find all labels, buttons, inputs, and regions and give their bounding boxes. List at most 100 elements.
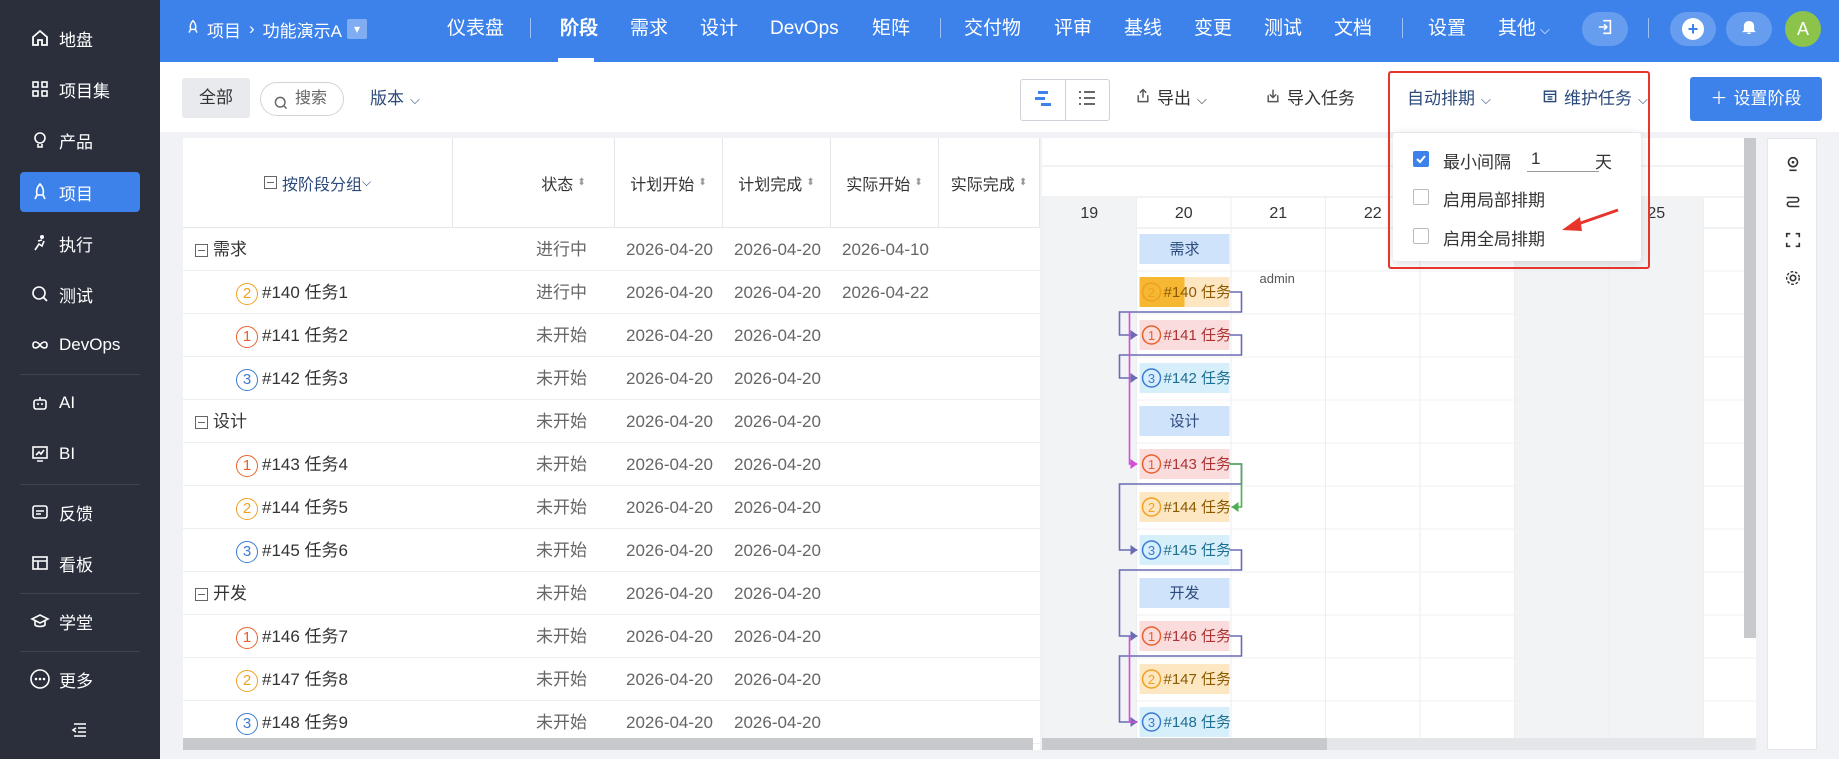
task-row[interactable]: 3 #145 任务6 未开始 2026-04-20 2026-04-20	[183, 529, 1040, 572]
tab-test[interactable]: 测试	[1264, 0, 1302, 58]
phase-row[interactable]: 开发 未开始 2026-04-20 2026-04-20	[183, 572, 1040, 615]
sidebar-item-home[interactable]: 地盘	[20, 18, 140, 58]
gantt-task-bar[interactable]: 3 #145 任务	[1139, 535, 1232, 565]
sidebar-item-test[interactable]: 测试	[20, 274, 140, 314]
collapse-all-icon[interactable]	[263, 176, 277, 189]
tab-settings[interactable]: 设置	[1428, 0, 1466, 58]
header-plan-start[interactable]: 计划开始 ⬍	[615, 138, 723, 228]
phase-name[interactable]: 设计	[195, 400, 247, 443]
task-name[interactable]: 3 #142 任务3	[236, 357, 348, 400]
exit-button[interactable]	[1582, 12, 1628, 46]
fullscreen-icon[interactable]	[1782, 229, 1804, 251]
tab-baseline[interactable]: 基线	[1124, 0, 1162, 58]
plan-end-cell: 2026-04-20	[734, 541, 821, 560]
collapse-icon[interactable]	[70, 720, 90, 740]
collapse-icon[interactable]	[195, 244, 208, 258]
gantt-task-bar[interactable]: 2 #144 任务	[1139, 492, 1232, 522]
locate-icon[interactable]	[1782, 153, 1804, 175]
add-button[interactable]: +	[1670, 12, 1716, 46]
gantt-task-bar[interactable]: 1 #141 任务	[1139, 320, 1232, 350]
task-row[interactable]: 2 #147 任务8 未开始 2026-04-20 2026-04-20	[183, 658, 1040, 701]
gantt-horizontal-scrollbar[interactable]	[1042, 738, 1327, 750]
task-name[interactable]: 3 #145 任务6	[236, 529, 348, 572]
task-row[interactable]: 1 #146 任务7 未开始 2026-04-20 2026-04-20	[183, 615, 1040, 658]
search-placeholder: 搜索	[295, 90, 328, 107]
gantt-task-bar[interactable]: 2 #140 任务	[1139, 277, 1232, 307]
tab-review[interactable]: 评审	[1054, 0, 1092, 58]
collapse-icon[interactable]	[195, 416, 208, 430]
sidebar-item-ai[interactable]: AI	[20, 383, 140, 423]
tab-change[interactable]: 变更	[1194, 0, 1232, 58]
notification-button[interactable]	[1726, 12, 1772, 46]
phase-name[interactable]: 需求	[195, 228, 247, 271]
task-name[interactable]: 1 #143 任务4	[236, 443, 348, 486]
gantt-phase-bar[interactable]: 需求	[1139, 234, 1230, 264]
list-view-button[interactable]	[1064, 80, 1110, 120]
gantt-task-bar[interactable]: 2 #147 任务	[1139, 664, 1232, 694]
sidebar-item-product[interactable]: 产品	[20, 120, 140, 160]
avatar[interactable]: A	[1785, 11, 1821, 47]
bell-icon	[1740, 18, 1758, 41]
task-name[interactable]: 2 #144 任务5	[236, 486, 348, 529]
link-toggle-icon[interactable]	[1782, 191, 1804, 213]
breadcrumb-root[interactable]: 项目	[207, 17, 241, 42]
search-input[interactable]: 搜索	[260, 82, 344, 116]
export-button[interactable]: 导出 ⌵	[1135, 82, 1207, 116]
sidebar-item-devops[interactable]: DevOps	[20, 325, 140, 365]
task-name[interactable]: 2 #147 任务8	[236, 658, 348, 701]
sidebar-item-project[interactable]: 项目	[20, 172, 140, 212]
set-phase-button[interactable]: ＋设置阶段	[1690, 77, 1822, 121]
tab-phase[interactable]: 阶段	[560, 0, 598, 58]
tab-matrix[interactable]: 矩阵	[872, 0, 910, 58]
task-row[interactable]: 2 #144 任务5 未开始 2026-04-20 2026-04-20	[183, 486, 1040, 529]
gantt-task-bar[interactable]: 1 #146 任务	[1139, 621, 1232, 651]
phase-row[interactable]: 需求 进行中 2026-04-20 2026-04-20 2026-04-10	[183, 228, 1040, 271]
arrow-head	[1231, 502, 1239, 512]
filter-all-button[interactable]: 全部	[182, 78, 250, 118]
gantt-view-button[interactable]	[1021, 80, 1065, 120]
gantt-vertical-scrollbar[interactable]	[1744, 138, 1756, 638]
header-group[interactable]: 按阶段分组 ⌵	[183, 138, 453, 228]
tab-design[interactable]: 设计	[700, 0, 738, 58]
header-status[interactable]: 状态 ⬍	[453, 138, 615, 228]
gantt-task-bar[interactable]: 3 #142 任务	[1139, 363, 1232, 393]
collapse-icon[interactable]	[195, 588, 208, 602]
day-label: 21	[1269, 205, 1287, 222]
header-actual-start[interactable]: 实际开始 ⬍	[831, 138, 939, 228]
sidebar-item-bi[interactable]: BI	[20, 434, 140, 474]
breadcrumb-project[interactable]: 功能演示A	[263, 17, 342, 42]
version-dropdown[interactable]: 版本 ⌵	[370, 82, 420, 116]
gantt-task-bar[interactable]: 3 #148 任务	[1139, 707, 1232, 737]
task-row[interactable]: 1 #143 任务4 未开始 2026-04-20 2026-04-20	[183, 443, 1040, 486]
gantt-task-bar[interactable]: 1 #143 任务	[1139, 449, 1232, 479]
header-plan-end[interactable]: 计划完成 ⬍	[723, 138, 831, 228]
task-row[interactable]: 2 #140 任务1 进行中 2026-04-20 2026-04-20 2026-04-…	[183, 271, 1040, 314]
phase-name[interactable]: 开发	[195, 572, 247, 615]
phase-row[interactable]: 设计 未开始 2026-04-20 2026-04-20	[183, 400, 1040, 443]
tab-requirement[interactable]: 需求	[630, 0, 668, 58]
sidebar-item-program[interactable]: 项目集	[20, 69, 140, 109]
gantt-phase-bar[interactable]: 设计	[1139, 406, 1230, 436]
gantt-phase-bar[interactable]: 开发	[1139, 578, 1230, 608]
sidebar-item-kanban[interactable]: 看板	[20, 543, 140, 583]
sidebar-item-execution[interactable]: 执行	[20, 223, 140, 263]
sidebar-item-school[interactable]: 学堂	[20, 601, 140, 641]
project-switch-button[interactable]: ▾	[347, 19, 368, 39]
task-name[interactable]: 1 #146 任务7	[236, 615, 348, 658]
header-actual-end[interactable]: 实际完成 ⬍	[939, 138, 1040, 228]
task-row[interactable]: 3 #142 任务3 未开始 2026-04-20 2026-04-20	[183, 357, 1040, 400]
sidebar-item-feedback[interactable]: 反馈	[20, 492, 140, 532]
tab-doc[interactable]: 文档	[1334, 0, 1372, 58]
task-row[interactable]: 1 #141 任务2 未开始 2026-04-20 2026-04-20	[183, 314, 1040, 357]
gear-icon[interactable]	[1782, 267, 1804, 289]
task-name[interactable]: 2 #140 任务1	[236, 271, 348, 314]
tab-devops[interactable]: DevOps	[770, 0, 839, 58]
project-breadcrumb[interactable]: 项目 › 功能演示A ▾	[185, 0, 368, 58]
tab-deliverable[interactable]: 交付物	[964, 0, 1021, 58]
horizontal-scrollbar[interactable]	[183, 738, 1033, 750]
import-task-button[interactable]: 导入任务	[1265, 82, 1355, 116]
task-name[interactable]: 1 #141 任务2	[236, 314, 348, 357]
tab-dashboard[interactable]: 仪表盘	[447, 0, 504, 58]
sidebar-item-more[interactable]: 更多	[20, 659, 140, 699]
tab-more[interactable]: 其他 ⌵	[1498, 0, 1550, 58]
